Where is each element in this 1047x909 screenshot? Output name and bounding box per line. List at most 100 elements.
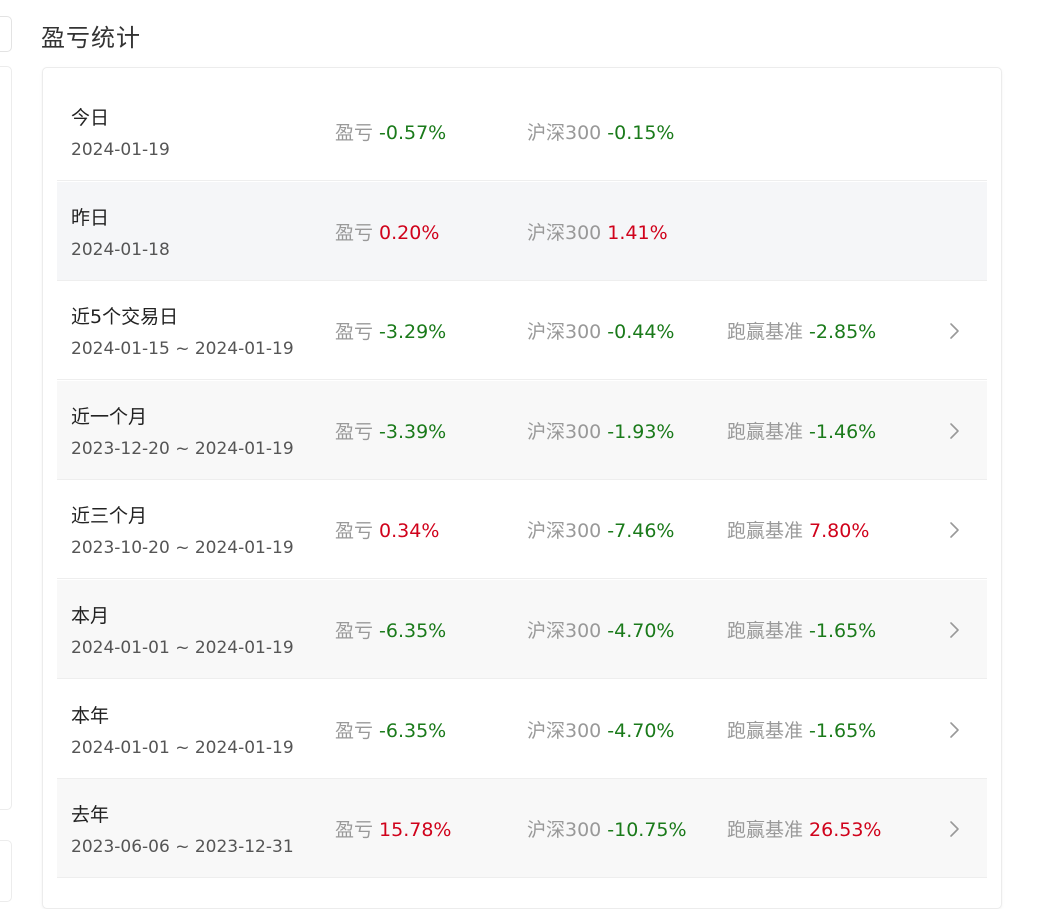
profit-label: 盈亏 — [335, 221, 374, 244]
left-panel-top-edge — [0, 16, 12, 52]
profit-stats-card: 今日 2024-01-19 盈亏 -0.57% 沪深300 -0.15% 昨日 20… — [42, 67, 1002, 909]
excess-label: 跑赢基准 — [727, 620, 804, 642]
benchmark-label: 沪深300 — [527, 321, 602, 344]
left-panel-bottom-edge — [0, 840, 12, 902]
period-date-range: 2024-01-01 ~ 2024-01-19 — [71, 737, 294, 758]
profit-metric: 盈亏 0.20% — [335, 220, 439, 246]
profit-metric: 盈亏 0.34% — [335, 518, 439, 544]
chevron-right-icon — [950, 721, 959, 738]
benchmark-label: 沪深300 — [527, 620, 602, 642]
benchmark-label: 沪深300 — [527, 520, 602, 543]
period-name: 近5个交易日 — [71, 306, 179, 329]
period-name: 近一个月 — [71, 405, 148, 428]
stat-row[interactable]: 近一个月 2023-12-20 ~ 2024-01-19 盈亏 -3.39% 沪深… — [57, 380, 987, 480]
excess-label: 跑赢基准 — [727, 520, 804, 543]
excess-value: -2.85% — [809, 321, 877, 344]
benchmark-label: 沪深300 — [527, 719, 602, 742]
excess-metric: 跑赢基准 26.53% — [727, 817, 881, 843]
period-date-range: 2023-12-20 ~ 2024-01-19 — [71, 438, 294, 459]
excess-metric: 跑赢基准 -1.46% — [727, 419, 876, 445]
excess-metric: 跑赢基准 7.80% — [727, 518, 869, 544]
chevron-right-icon — [950, 821, 959, 837]
period-date-range: 2024-01-18 — [71, 239, 170, 260]
profit-metric: 盈亏 -3.29% — [335, 319, 446, 345]
excess-label: 跑赢基准 — [727, 321, 804, 344]
profit-value: -3.39% — [379, 420, 447, 443]
benchmark-metric: 沪深300 -7.46% — [527, 518, 674, 544]
profit-metric: 盈亏 -6.35% — [335, 718, 446, 744]
benchmark-label: 沪深300 — [527, 221, 602, 244]
benchmark-label: 沪深300 — [527, 420, 602, 443]
profit-label: 盈亏 — [335, 719, 374, 742]
benchmark-value: -0.44% — [607, 321, 675, 344]
excess-value: -1.65% — [809, 719, 877, 742]
benchmark-value: 1.41% — [607, 221, 668, 244]
profit-label: 盈亏 — [335, 321, 374, 344]
period-date-range: 2024-01-19 — [71, 140, 170, 160]
period-name: 今日 — [71, 107, 110, 129]
benchmark-value: -7.46% — [607, 520, 675, 543]
benchmark-value: -1.93% — [607, 420, 675, 443]
period-date-range: 2024-01-01 ~ 2024-01-19 — [71, 638, 294, 658]
excess-value: -1.65% — [809, 620, 877, 642]
profit-value: -3.29% — [379, 321, 447, 344]
profit-label: 盈亏 — [335, 620, 374, 642]
benchmark-label: 沪深300 — [527, 819, 602, 842]
benchmark-value: -4.70% — [607, 719, 675, 742]
profit-label: 盈亏 — [335, 420, 374, 443]
period-name: 去年 — [71, 804, 110, 827]
period-date-range: 2023-10-20 ~ 2024-01-19 — [71, 538, 294, 559]
stat-row[interactable]: 本年 2024-01-01 ~ 2024-01-19 盈亏 -6.35% 沪深30… — [57, 680, 987, 779]
stat-row[interactable]: 今日 2024-01-19 盈亏 -0.57% 沪深300 -0.15% — [57, 82, 987, 181]
period-name: 昨日 — [71, 206, 110, 229]
profit-label: 盈亏 — [335, 122, 374, 144]
excess-label: 跑赢基准 — [727, 719, 804, 742]
excess-value: 26.53% — [809, 819, 882, 842]
profit-value: 15.78% — [379, 819, 452, 842]
profit-value: -6.35% — [379, 719, 447, 742]
excess-metric: 跑赢基准 -2.85% — [727, 319, 876, 345]
benchmark-metric: 沪深300 -0.44% — [527, 319, 674, 345]
benchmark-metric: 沪深300 -0.15% — [527, 120, 674, 146]
stat-row[interactable]: 近5个交易日 2024-01-15 ~ 2024-01-19 盈亏 -3.29% … — [57, 281, 987, 381]
stat-row[interactable]: 昨日 2024-01-18 盈亏 0.20% 沪深300 1.41% — [57, 181, 987, 281]
profit-metric: 盈亏 15.78% — [335, 817, 451, 843]
profit-label: 盈亏 — [335, 520, 374, 543]
excess-metric: 跑赢基准 -1.65% — [727, 718, 876, 744]
profit-value: -6.35% — [379, 620, 447, 642]
excess-metric: 跑赢基准 -1.65% — [727, 618, 876, 644]
profit-metric: 盈亏 -0.57% — [335, 120, 446, 146]
section-title: 盈亏统计 — [41, 24, 141, 52]
benchmark-metric: 沪深300 -4.70% — [527, 718, 674, 744]
benchmark-metric: 沪深300 1.41% — [527, 220, 668, 246]
benchmark-metric: 沪深300 -10.75% — [527, 817, 687, 843]
period-date-range: 2023-06-06 ~ 2023-12-31 — [71, 837, 294, 858]
excess-label: 跑赢基准 — [727, 420, 804, 443]
profit-value: -0.57% — [379, 122, 447, 144]
chevron-right-icon — [950, 522, 959, 539]
benchmark-value: -0.15% — [607, 122, 675, 144]
excess-label: 跑赢基准 — [727, 819, 804, 842]
excess-value: -1.46% — [809, 420, 877, 443]
benchmark-value: -10.75% — [607, 819, 687, 842]
profit-metric: 盈亏 -3.39% — [335, 419, 446, 445]
benchmark-metric: 沪深300 -4.70% — [527, 618, 674, 644]
period-name: 本月 — [71, 605, 110, 627]
profit-label: 盈亏 — [335, 819, 374, 842]
chevron-right-icon — [950, 323, 959, 339]
profit-value: 0.20% — [379, 221, 440, 244]
benchmark-value: -4.70% — [607, 620, 675, 642]
benchmark-metric: 沪深300 -1.93% — [527, 419, 674, 445]
stat-row[interactable]: 本月 2024-01-01 ~ 2024-01-19 盈亏 -6.35% 沪深30… — [57, 580, 987, 679]
profit-metric: 盈亏 -6.35% — [335, 618, 446, 644]
benchmark-label: 沪深300 — [527, 122, 602, 144]
stat-row[interactable]: 近三个月 2023-10-20 ~ 2024-01-19 盈亏 0.34% 沪深3… — [57, 480, 987, 580]
stat-row[interactable]: 去年 2023-06-06 ~ 2023-12-31 盈亏 15.78% 沪深30… — [57, 779, 987, 879]
period-name: 本年 — [71, 704, 110, 727]
left-panel-edge — [0, 66, 12, 810]
chevron-right-icon — [950, 622, 959, 638]
chevron-right-icon — [950, 422, 959, 439]
profit-value: 0.34% — [379, 520, 440, 543]
period-name: 近三个月 — [71, 505, 148, 528]
excess-value: 7.80% — [809, 520, 870, 543]
